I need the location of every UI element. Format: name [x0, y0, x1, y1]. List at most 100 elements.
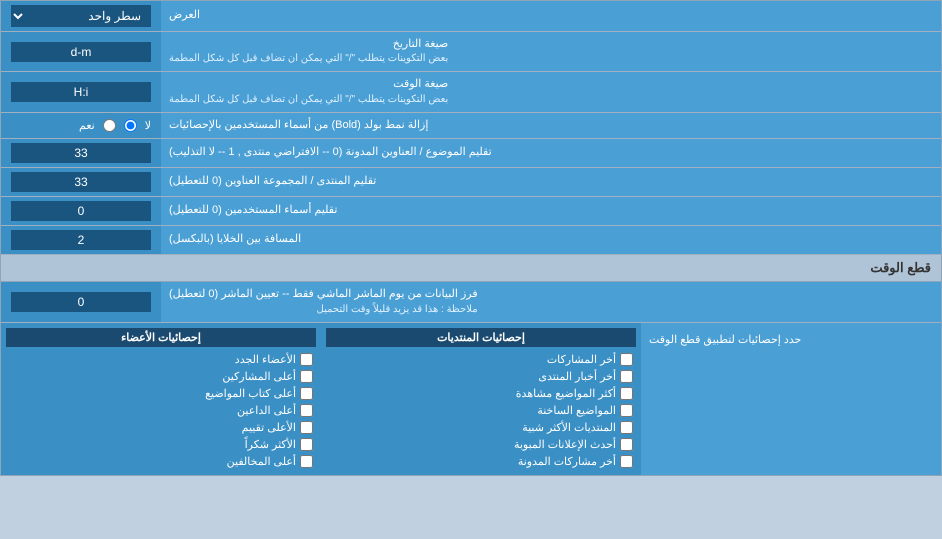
- member-check-label-1: الأعضاء الجدد: [235, 353, 296, 366]
- time-format-input-cell: [1, 72, 161, 111]
- radio-no-label: لا: [145, 119, 151, 132]
- member-check-label-3: أعلى كتاب المواضيع: [205, 387, 296, 400]
- forum-check-input-3[interactable]: [620, 387, 633, 400]
- time-format-label: صيغة الوقت بعض التكوينات يتطلب "/" التي …: [161, 72, 941, 111]
- radio-no[interactable]: [124, 119, 137, 132]
- stats-columns: إحصائيات المنتديات أخر المشاركات أخر أخب…: [1, 323, 641, 475]
- member-check-5: الأعلى تقييم: [6, 419, 316, 436]
- radio-yes-label: نعم: [79, 119, 95, 132]
- forum-check-7: أخر مشاركات المدونة: [326, 453, 636, 470]
- date-format-title: صيغة التاريخ: [169, 37, 448, 52]
- forum-check-input-4[interactable]: [620, 404, 633, 417]
- time-format-title: صيغة الوقت: [169, 77, 448, 92]
- cutoff-days-input[interactable]: [11, 292, 151, 312]
- member-check-4: أعلى الداعين: [6, 402, 316, 419]
- bold-remove-text: إزالة نمط بولد (Bold) من أسماء المستخدمي…: [169, 118, 428, 133]
- forum-check-label-2: أخر أخبار المنتدى: [538, 370, 616, 383]
- cell-spacing-input-cell: [1, 226, 161, 254]
- username-trim-input[interactable]: [11, 201, 151, 221]
- forum-check-label-7: أخر مشاركات المدونة: [518, 455, 616, 468]
- member-check-input-2[interactable]: [300, 370, 313, 383]
- topic-address-label: تقليم الموضوع / العناوين المدونة (0 -- ا…: [161, 139, 941, 167]
- forum-check-label-3: أكثر المواضيع مشاهدة: [516, 387, 616, 400]
- date-format-input[interactable]: [11, 42, 151, 62]
- cell-spacing-text: المسافة بين الخلايا (بالبكسل): [169, 232, 301, 247]
- member-check-input-1[interactable]: [300, 353, 313, 366]
- cell-spacing-row: المسافة بين الخلايا (بالبكسل): [1, 226, 941, 255]
- lines-dropdown-cell: سطر واحدسطرينثلاثة أسطر: [1, 1, 161, 31]
- forum-check-5: المنتديات الأكثر شبية: [326, 419, 636, 436]
- cutoff-section-header: قطع الوقت: [1, 255, 941, 282]
- forum-check-input-6[interactable]: [620, 438, 633, 451]
- member-check-6: الأكثر شكراً: [6, 436, 316, 453]
- forum-check-label-5: المنتديات الأكثر شبية: [522, 421, 616, 434]
- member-check-2: أعلى المشاركين: [6, 368, 316, 385]
- forum-check-1: أخر المشاركات: [326, 351, 636, 368]
- forum-address-text: تقليم المنتدى / المجموعة العناوين (0 للت…: [169, 174, 376, 189]
- time-format-sublabel: بعض التكوينات يتطلب "/" التي يمكن ان تضا…: [169, 93, 448, 107]
- bold-remove-row: إزالة نمط بولد (Bold) من أسماء المستخدمي…: [1, 113, 941, 139]
- stats-apply-cell: حدد إحصائيات لتطبيق قطع الوقت: [641, 323, 941, 475]
- forum-check-input-2[interactable]: [620, 370, 633, 383]
- member-check-input-7[interactable]: [300, 455, 313, 468]
- member-check-input-6[interactable]: [300, 438, 313, 451]
- forum-address-input[interactable]: [11, 172, 151, 192]
- topic-address-row: تقليم الموضوع / العناوين المدونة (0 -- ا…: [1, 139, 941, 168]
- date-format-label: صيغة التاريخ بعض التكوينات يتطلب "/" الت…: [161, 32, 941, 71]
- member-check-3: أعلى كتاب المواضيع: [6, 385, 316, 402]
- settings-panel: العرض سطر واحدسطرينثلاثة أسطر صيغة التار…: [0, 0, 942, 476]
- member-check-label-4: أعلى الداعين: [237, 404, 296, 417]
- cutoff-days-sublabel: ملاحظة : هذا قد يزيد قليلاً وقت التحميل: [169, 303, 478, 317]
- forum-check-input-5[interactable]: [620, 421, 633, 434]
- member-check-input-3[interactable]: [300, 387, 313, 400]
- time-format-row: صيغة الوقت بعض التكوينات يتطلب "/" التي …: [1, 72, 941, 112]
- cutoff-days-input-cell: [1, 282, 161, 321]
- cutoff-days-row: فرز البيانات من يوم الماشر الماشي فقط --…: [1, 282, 941, 322]
- bold-remove-radio-cell: لا نعم: [1, 113, 161, 138]
- member-check-label-2: أعلى المشاركين: [222, 370, 296, 383]
- forum-check-3: أكثر المواضيع مشاهدة: [326, 385, 636, 402]
- forum-check-input-7[interactable]: [620, 455, 633, 468]
- display-text: العرض: [169, 8, 200, 23]
- cutoff-days-title: فرز البيانات من يوم الماشر الماشي فقط --…: [169, 287, 478, 302]
- forum-stats-header: إحصائيات المنتديات: [326, 328, 636, 347]
- header-row: العرض سطر واحدسطرينثلاثة أسطر: [1, 1, 941, 32]
- member-check-input-5[interactable]: [300, 421, 313, 434]
- lines-select[interactable]: سطر واحدسطرينثلاثة أسطر: [11, 5, 151, 27]
- topic-address-text: تقليم الموضوع / العناوين المدونة (0 -- ا…: [169, 145, 492, 160]
- display-label: العرض: [161, 1, 941, 31]
- stats-apply-label: حدد إحصائيات لتطبيق قطع الوقت: [649, 333, 801, 346]
- forum-check-2: أخر أخبار المنتدى: [326, 368, 636, 385]
- forum-check-input-1[interactable]: [620, 353, 633, 366]
- time-format-input[interactable]: [11, 82, 151, 102]
- username-trim-label: تقليم أسماء المستخدمين (0 للتعطيل): [161, 197, 941, 225]
- username-trim-row: تقليم أسماء المستخدمين (0 للتعطيل): [1, 197, 941, 226]
- cell-spacing-label: المسافة بين الخلايا (بالبكسل): [161, 226, 941, 254]
- member-check-label-5: الأعلى تقييم: [242, 421, 296, 434]
- stats-bottom-container: حدد إحصائيات لتطبيق قطع الوقت إحصائيات ا…: [1, 323, 941, 475]
- cell-spacing-input[interactable]: [11, 230, 151, 250]
- stats-col-forum: إحصائيات المنتديات أخر المشاركات أخر أخب…: [321, 323, 641, 475]
- radio-yes[interactable]: [103, 119, 116, 132]
- date-format-input-cell: [1, 32, 161, 71]
- cutoff-title: قطع الوقت: [870, 260, 931, 275]
- username-trim-text: تقليم أسماء المستخدمين (0 للتعطيل): [169, 203, 337, 218]
- cutoff-days-label: فرز البيانات من يوم الماشر الماشي فقط --…: [161, 282, 941, 321]
- member-check-1: الأعضاء الجدد: [6, 351, 316, 368]
- stats-col-members: إحصائيات الأعضاء الأعضاء الجدد أعلى المش…: [1, 323, 321, 475]
- forum-check-label-1: أخر المشاركات: [547, 353, 616, 366]
- forum-check-6: أحدث الإعلانات المبوبة: [326, 436, 636, 453]
- forum-address-label: تقليم المنتدى / المجموعة العناوين (0 للت…: [161, 168, 941, 196]
- member-check-label-6: الأكثر شكراً: [245, 438, 296, 451]
- date-format-sublabel: بعض التكوينات يتطلب "/" التي يمكن ان تضا…: [169, 52, 448, 66]
- member-stats-header: إحصائيات الأعضاء: [6, 328, 316, 347]
- member-check-label-7: أعلى المخالفين: [227, 455, 296, 468]
- forum-check-label-4: المواضيع الساخنة: [537, 404, 616, 417]
- forum-address-row: تقليم المنتدى / المجموعة العناوين (0 للت…: [1, 168, 941, 197]
- member-check-input-4[interactable]: [300, 404, 313, 417]
- date-format-row: صيغة التاريخ بعض التكوينات يتطلب "/" الت…: [1, 32, 941, 72]
- bold-remove-label: إزالة نمط بولد (Bold) من أسماء المستخدمي…: [161, 113, 941, 138]
- topic-address-input[interactable]: [11, 143, 151, 163]
- topic-address-input-cell: [1, 139, 161, 167]
- forum-address-input-cell: [1, 168, 161, 196]
